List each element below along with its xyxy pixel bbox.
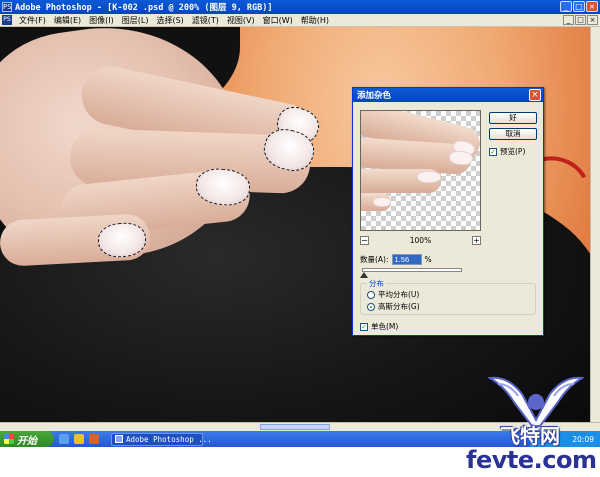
filter-preview[interactable] [360, 110, 481, 231]
uniform-radio[interactable] [367, 290, 375, 299]
dialog-close-button[interactable]: × [529, 89, 541, 101]
vertical-scrollbar[interactable] [590, 27, 600, 422]
menu-bar: PS 文件(F) 编辑(E) 图像(I) 图层(L) 选择(S) 滤镜(T) 视… [0, 14, 600, 27]
document-window-controls: _ □ × [563, 15, 598, 25]
window-title: Adobe Photoshop - [K-002 .psd @ 200% (图层… [15, 3, 273, 13]
preview-checkbox[interactable]: ✓ [489, 147, 497, 156]
distribution-label: 分布 [367, 278, 386, 289]
zoom-in-button[interactable]: + [471, 235, 481, 245]
menu-edit[interactable]: 编辑(E) [50, 15, 85, 26]
monochrome-checkbox[interactable]: ✓ [360, 322, 368, 331]
menu-window[interactable]: 窗口(W) [259, 15, 297, 26]
watermark-url-text: fevte.com [466, 446, 597, 474]
preview-zoom-row: − 100% + [360, 235, 481, 245]
app-titlebar: PS Adobe Photoshop - [K-002 .psd @ 200% … [0, 0, 600, 14]
cancel-button[interactable]: 取消 [489, 128, 537, 140]
start-label: 开始 [17, 435, 37, 447]
preview-label: 预览(P) [500, 147, 526, 156]
media-player-icon[interactable] [74, 434, 84, 444]
photoshop-app-icon: PS [2, 2, 12, 12]
dialog-title: 添加杂色 [353, 88, 543, 102]
desktop-icon[interactable] [59, 434, 69, 444]
amount-label: 数量(A): [360, 255, 389, 264]
clock[interactable]: 20:09 [572, 435, 594, 444]
taskbar-photoshop-item[interactable]: Adobe Photoshop ... [111, 432, 212, 446]
monochrome-label: 单色(M) [371, 322, 399, 331]
menu-help[interactable]: 帮助(H) [297, 15, 333, 26]
menu-image[interactable]: 图像(I) [85, 15, 118, 26]
amount-unit: % [424, 255, 432, 264]
doc-minimize-button[interactable]: _ [563, 15, 574, 25]
watermark-cn-text: 飞特网 [500, 424, 560, 448]
close-button[interactable]: × [586, 1, 598, 12]
menu-layer[interactable]: 图层(L) [118, 15, 153, 26]
monochrome-checkbox-row[interactable]: ✓ 单色(M) [360, 321, 398, 332]
uniform-option[interactable]: 平均分布(U) [367, 289, 419, 300]
amount-slider-track[interactable] [362, 268, 462, 272]
menu-file[interactable]: 文件(F) [15, 15, 50, 26]
uniform-label: 平均分布(U) [378, 290, 420, 299]
minimize-button[interactable]: _ [560, 1, 572, 12]
maximize-button[interactable]: □ [573, 1, 585, 12]
horizontal-scroll-thumb[interactable] [260, 424, 330, 430]
distribution-group: 分布 平均分布(U) 高斯分布(G) [360, 278, 536, 315]
windows-flag-icon [4, 434, 14, 444]
menu-select[interactable]: 选择(S) [152, 15, 187, 26]
zoom-level: 100% [409, 235, 432, 245]
preview-nail [373, 197, 391, 207]
preview-checkbox-row[interactable]: ✓ 预览(P) [489, 146, 525, 157]
add-noise-dialog: 添加杂色 × − 100% + 好 取消 ✓ 预览(P) 数量(A): % 分布… [352, 87, 544, 336]
window-controls: _ □ × [560, 1, 598, 12]
gaussian-option[interactable]: 高斯分布(G) [367, 301, 420, 312]
amount-row: 数量(A): % [360, 254, 432, 265]
gaussian-radio[interactable] [367, 302, 375, 311]
doc-close-button[interactable]: × [587, 15, 598, 25]
browser-icon[interactable] [89, 434, 99, 444]
document-icon[interactable]: PS [2, 15, 12, 25]
taskbar-item-label: Adobe Photoshop ... [126, 434, 212, 444]
start-button[interactable]: 开始 [0, 431, 54, 447]
photoshop-task-icon [115, 434, 123, 443]
doc-restore-button[interactable]: □ [575, 15, 586, 25]
zoom-out-button[interactable]: − [360, 235, 369, 245]
menu-view[interactable]: 视图(V) [223, 15, 259, 26]
ok-button[interactable]: 好 [489, 112, 537, 124]
gaussian-label: 高斯分布(G) [378, 302, 420, 311]
amount-input[interactable] [391, 254, 422, 265]
menu-filter[interactable]: 滤镜(T) [188, 15, 223, 26]
preview-nail [417, 171, 441, 183]
